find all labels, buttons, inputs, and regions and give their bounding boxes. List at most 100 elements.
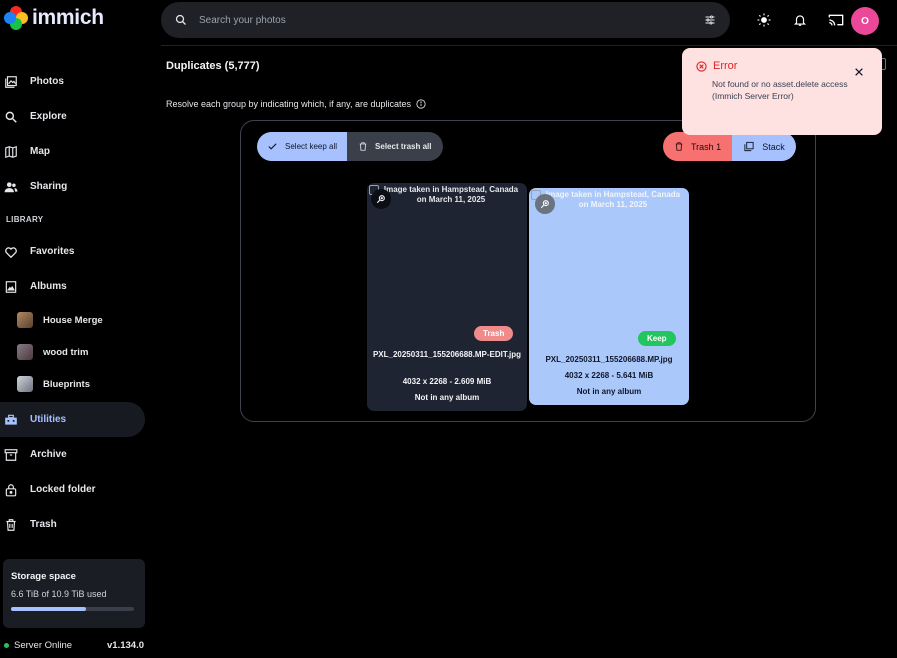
albums-icon	[5, 280, 17, 293]
select-all-toggle: Select keep all Select trash all	[257, 132, 443, 161]
storage-title: Storage space	[11, 571, 76, 582]
trash-button-label: Trash 1	[691, 141, 722, 152]
search-icon	[175, 14, 186, 25]
storage-usage: 6.6 TiB of 10.9 TiB used	[11, 589, 107, 599]
sidebar-item-albums[interactable]: Albums	[0, 269, 150, 304]
sidebar-item-archive[interactable]: Archive	[0, 437, 150, 472]
error-circle-icon	[696, 60, 707, 72]
sidebar-item-label: Photos	[30, 76, 64, 87]
search-input[interactable]: Search your photos	[199, 15, 704, 26]
image-alt-text: Image taken in Hampstead, Canada on Marc…	[545, 190, 681, 209]
sidebar-item-label: Albums	[30, 281, 67, 292]
sidebar-item-locked-folder[interactable]: Locked folder	[0, 472, 150, 507]
album-thumbnail	[17, 376, 33, 392]
album-status: Not in any album	[414, 393, 480, 402]
notifications-bell-icon[interactable]	[788, 8, 812, 32]
status-badge: Trash	[474, 326, 514, 341]
sidebar-item-map[interactable]: Map	[0, 134, 150, 169]
sidebar-item-trash[interactable]: Trash	[0, 507, 150, 542]
album-thumbnail	[17, 312, 33, 328]
toast-message-line: (Immich Server Error)	[712, 91, 794, 101]
theme-toggle-icon[interactable]	[752, 8, 776, 32]
cast-icon[interactable]	[824, 8, 848, 32]
storage-panel: Storage space 6.6 TiB of 10.9 TiB used	[3, 559, 145, 628]
sharing-icon	[4, 181, 18, 192]
close-icon[interactable]	[854, 64, 864, 82]
map-icon	[5, 145, 17, 158]
trash-selected-button[interactable]: Trash 1	[663, 132, 733, 161]
sidebar-item-label: Map	[30, 146, 50, 157]
search-options-icon[interactable]	[704, 14, 716, 26]
sidebar-item-label: Explore	[30, 111, 67, 122]
logo-text: immich	[32, 6, 104, 29]
check-icon	[268, 143, 277, 150]
file-name: PXL_20250311_155206688.MP.jpg	[545, 355, 673, 364]
duplicate-card[interactable]: Image taken in Hampstead, Canada on Marc…	[529, 188, 689, 405]
search-bar[interactable]: Search your photos	[161, 2, 730, 38]
stack-button[interactable]: Stack	[732, 132, 796, 161]
zoom-icon[interactable]	[371, 189, 391, 209]
immich-logo[interactable]: immich	[4, 6, 104, 30]
sidebar-item-photos[interactable]: Photos	[0, 64, 150, 99]
instruction-text: Resolve each group by indicating which, …	[166, 99, 411, 109]
file-dimensions: 4032 x 2268 - 5.641 MiB	[564, 371, 654, 380]
server-status-text: Server Online	[14, 640, 73, 651]
select-keep-all-button[interactable]: Select keep all	[257, 132, 348, 161]
sidebar-item-label: Locked folder	[30, 484, 96, 495]
status-badge: Keep	[638, 331, 676, 346]
select-trash-all-button[interactable]: Select trash all	[347, 132, 443, 161]
storage-progress-fill	[11, 607, 86, 611]
sidebar-item-utilities[interactable]: Utilities	[0, 402, 145, 437]
library-heading: LIBRARY	[6, 214, 44, 224]
toast-message: Not found or no asset.delete access (Imm…	[712, 78, 852, 102]
resolve-actions: Trash 1 Stack	[663, 132, 796, 161]
image-alt-text: Image taken in Hampstead, Canada on Marc…	[383, 185, 519, 204]
sidebar-item-explore[interactable]: Explore	[0, 99, 150, 134]
file-dimensions: 4032 x 2268 - 2.609 MiB	[402, 377, 492, 386]
duplicate-group	[240, 120, 816, 422]
album-label: wood trim	[43, 346, 89, 358]
server-version[interactable]: v1.134.0	[107, 640, 144, 651]
server-status: Server Online v1.134.0	[4, 640, 144, 651]
sidebar-item-label: Archive	[30, 449, 67, 460]
user-avatar[interactable]: O	[851, 7, 879, 35]
trash-icon	[675, 142, 683, 151]
status-dot-icon	[4, 643, 9, 648]
error-toast: Error Not found or no asset.delete acces…	[682, 48, 882, 135]
sidebar-item-label: Trash	[30, 519, 57, 530]
storage-progress-bar	[11, 607, 134, 611]
album-label: Blueprints	[43, 378, 90, 390]
sidebar-item-label: Favorites	[30, 246, 75, 257]
album-item-house-merge[interactable]: House Merge	[0, 304, 150, 336]
album-thumbnail	[17, 344, 33, 360]
lock-icon	[5, 483, 17, 496]
toast-message-line: Not found or no asset.delete access	[712, 79, 848, 89]
sidebar: Photos Explore Map Sharing LIBRARY Favor…	[0, 64, 150, 542]
trash-icon	[6, 518, 16, 531]
select-trash-all-label: Select trash all	[375, 142, 432, 151]
sidebar-item-label: Sharing	[30, 181, 68, 192]
sidebar-item-label: Utilities	[30, 414, 67, 425]
album-label: House Merge	[43, 314, 103, 326]
album-status: Not in any album	[576, 387, 642, 396]
album-item-wood-trim[interactable]: wood trim	[0, 336, 150, 368]
album-item-blueprints[interactable]: Blueprints	[0, 368, 150, 400]
toast-label: Error	[713, 60, 738, 72]
heart-icon	[5, 246, 17, 258]
stack-button-label: Stack	[762, 141, 785, 152]
file-name: PXL_20250311_155206688.MP-EDIT.jpg	[372, 350, 522, 359]
info-icon[interactable]	[416, 99, 426, 109]
sidebar-item-sharing[interactable]: Sharing	[0, 169, 150, 204]
logo-pinwheel-icon	[4, 6, 28, 30]
photos-icon	[5, 75, 17, 88]
select-keep-all-label: Select keep all	[285, 142, 338, 151]
instruction-row: Resolve each group by indicating which, …	[166, 99, 426, 109]
duplicate-card[interactable]: Image taken in Hampstead, Canada on Marc…	[367, 183, 527, 411]
zoom-icon[interactable]	[535, 194, 555, 214]
sidebar-item-favorites[interactable]: Favorites	[0, 234, 150, 269]
trash-icon	[359, 142, 367, 151]
header-divider	[161, 45, 897, 46]
archive-icon	[4, 448, 18, 461]
page-title: Duplicates (5,777)	[166, 60, 260, 72]
toolbox-icon	[5, 414, 17, 425]
